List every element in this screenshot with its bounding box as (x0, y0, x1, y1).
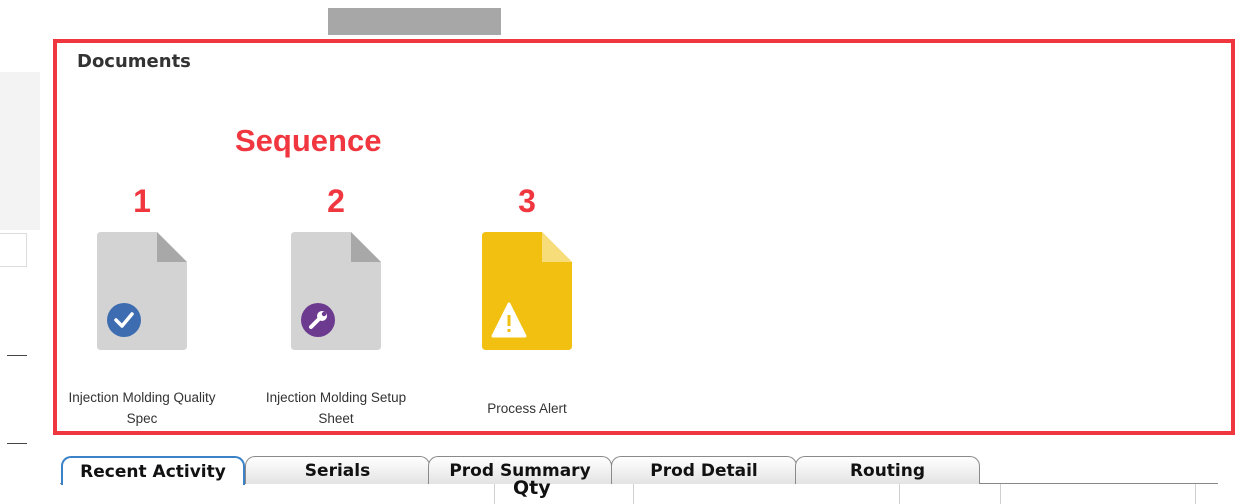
qty-column-header[interactable]: Qty (513, 477, 551, 499)
left-input-field[interactable] (0, 233, 27, 267)
grid-column-divider (899, 484, 900, 504)
sequence-annotation: Sequence (235, 123, 382, 158)
grid-column-divider (494, 484, 495, 504)
tab-routing[interactable]: Routing (795, 456, 980, 484)
grid-column-divider (633, 484, 634, 504)
document-label: Process Alert (487, 401, 567, 416)
activity-tabs: Recent Activity Serials Prod Summary Pro… (60, 449, 1251, 504)
document-label: Injection Molding Quality Spec (68, 390, 216, 426)
documents-panel: Documents Sequence 1 Injection Molding Q… (53, 39, 1235, 435)
document-item-process-alert[interactable]: 3 Process Alert (427, 183, 627, 431)
grid-column-divider (1195, 484, 1196, 504)
tab-serials[interactable]: Serials (245, 456, 430, 484)
left-divider (7, 355, 27, 356)
sequence-number: 3 (518, 183, 536, 219)
document-label: Injection Molding Setup Sheet (265, 390, 407, 426)
sequence-number: 1 (133, 183, 151, 219)
left-panel (0, 72, 40, 230)
document-check-icon (97, 232, 187, 350)
tab-prod-detail[interactable]: Prod Detail (611, 456, 797, 484)
document-item-quality-spec[interactable]: 1 Injection Molding Quality Spec (42, 183, 242, 431)
document-wrench-icon (291, 232, 381, 350)
tab-recent-activity[interactable]: Recent Activity (61, 456, 245, 485)
document-item-setup-sheet[interactable]: 2 Injection Molding Setup Sheet (236, 183, 436, 431)
sequence-number: 2 (327, 183, 345, 219)
grid-header (60, 484, 1218, 504)
grid-column-divider (1000, 484, 1001, 504)
top-bar (328, 8, 501, 35)
document-alert-icon (482, 232, 572, 350)
left-divider (7, 443, 27, 444)
documents-title: Documents (77, 51, 191, 72)
